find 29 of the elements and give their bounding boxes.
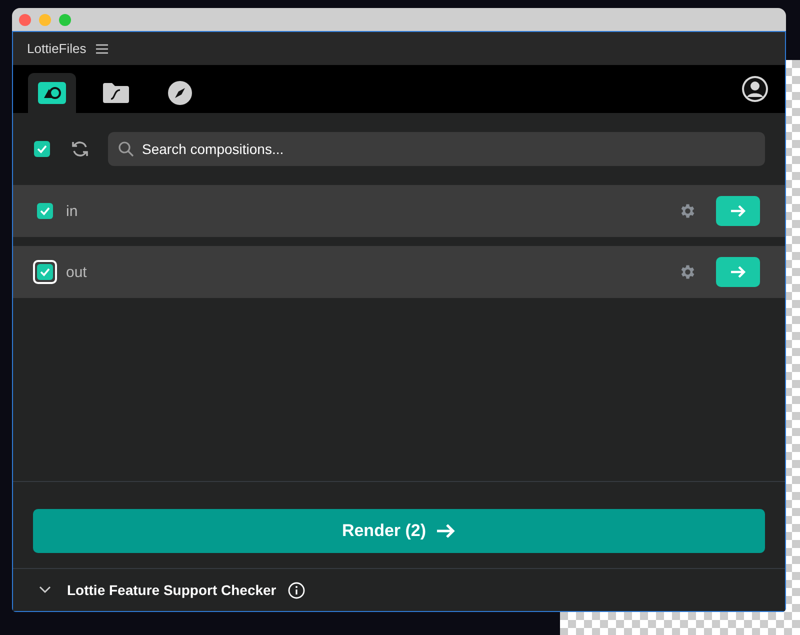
avatar-icon[interactable] [741,75,769,103]
select-all-checkbox[interactable] [34,141,50,157]
composition-checkbox[interactable] [37,264,53,280]
composition-checkbox[interactable] [37,203,53,219]
search-field[interactable]: Search compositions... [108,132,765,166]
feature-checker-label[interactable]: Lottie Feature Support Checker [67,582,276,598]
info-icon[interactable] [288,582,306,598]
composition-name: out [66,264,88,280]
arrow-icon [730,265,746,279]
composition-row[interactable]: out [13,246,785,298]
arrow-icon [436,523,456,539]
open-button[interactable] [716,257,760,287]
chevron-icon[interactable] [39,586,51,594]
open-button[interactable] [716,196,760,226]
refresh-icon[interactable] [70,139,90,159]
folder-icon [102,82,130,104]
composition-name: in [66,202,79,220]
render-button[interactable]: Render (2) [33,509,765,553]
menu-icon[interactable] [96,44,108,54]
search-icon [118,141,134,157]
arrow-icon [730,204,746,218]
shapes-icon [38,82,66,104]
compass-icon [168,81,192,105]
checkmark-icon [39,205,51,217]
tab[interactable] [28,73,76,113]
composition-row[interactable]: in [13,185,785,237]
checkmark-icon [36,143,48,155]
panel-title: LottieFiles [27,41,86,56]
checkmark-icon [39,266,51,278]
